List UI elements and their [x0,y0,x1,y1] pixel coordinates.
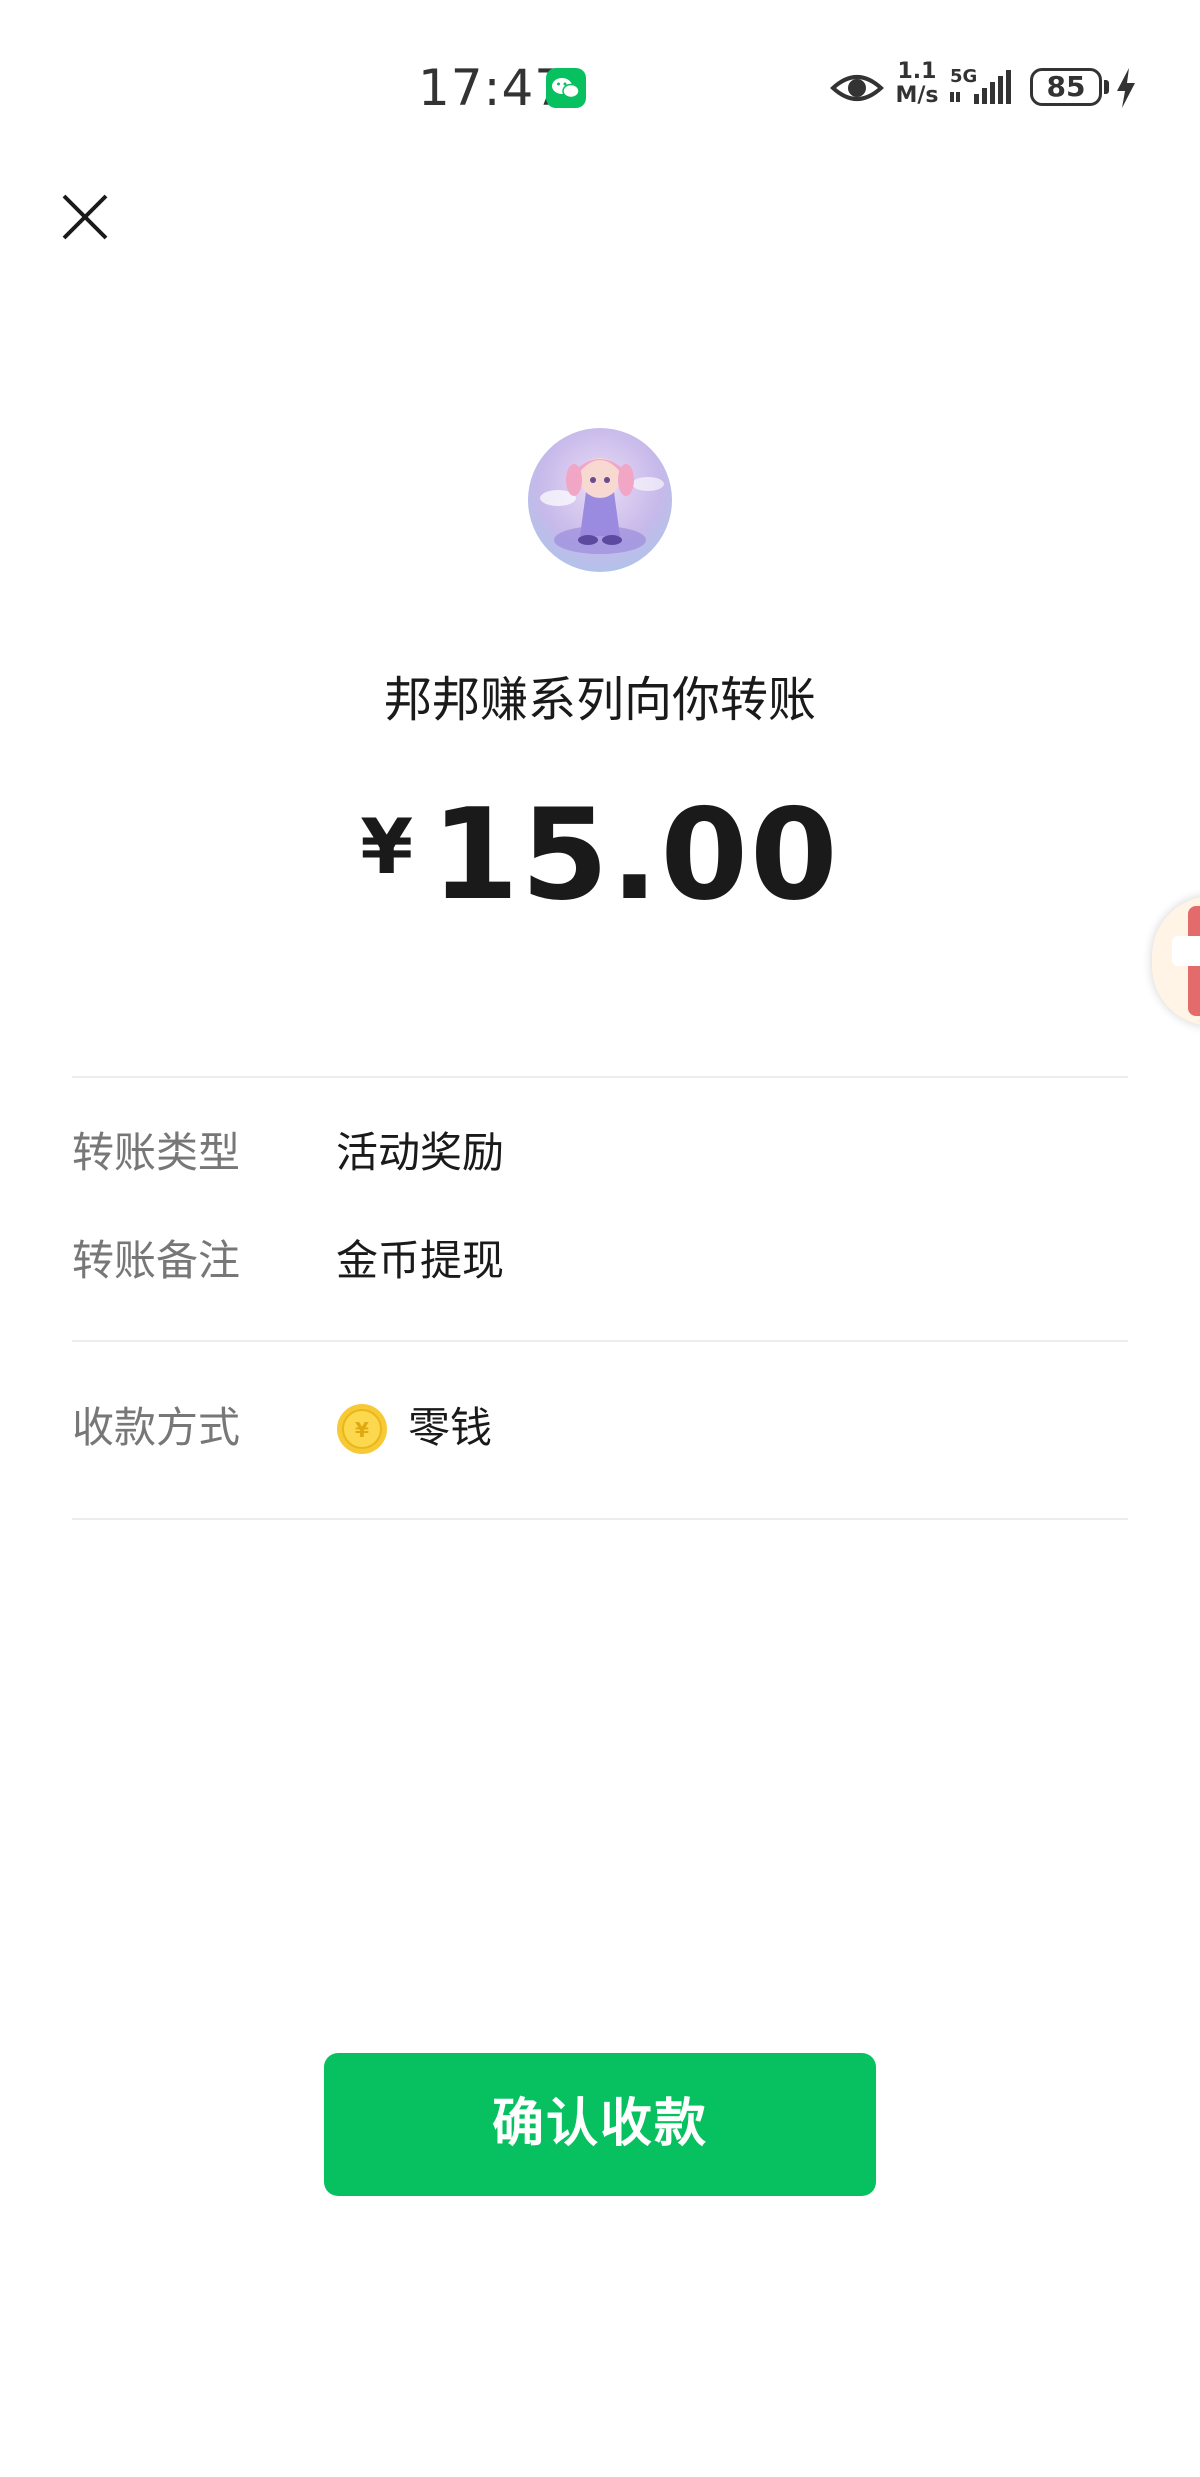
wechat-notification-icon [546,68,586,108]
battery-indicator: 85 [1030,68,1102,106]
network-speed: 1.1 M/s [893,60,941,116]
divider [72,1340,1128,1342]
coin-icon: ¥ [336,1403,388,1455]
currency-symbol: ¥ [360,802,414,891]
signal-icon: 5G [950,60,1020,116]
amount-value: 15.00 [431,781,840,928]
transfer-note-label: 转账备注 [72,1236,241,1285]
transfer-title: 邦邦赚系列向你转账 [383,672,816,728]
transfer-type-label: 转账类型 [72,1128,241,1177]
transfer-type-value: 活动奖励 [336,1128,505,1177]
network-speed-value: 1.1 [897,59,937,84]
payment-method-label: 收款方式 [72,1403,241,1452]
detail-row-type: 转账类型 活动奖励 [72,1118,1128,1188]
network-speed-unit: M/s [895,83,939,108]
detail-row-note: 转账备注 金币提现 [72,1226,1128,1296]
payment-method-value: 零钱 [408,1403,493,1452]
detail-row-method[interactable]: 收款方式 ¥ 零钱 [72,1393,1128,1463]
status-time: 17:47 [418,59,568,117]
close-icon [62,194,108,240]
svg-text:¥: ¥ [355,1418,369,1442]
divider [72,1518,1128,1520]
charging-icon [1114,66,1138,110]
close-button[interactable] [50,180,120,250]
transfer-amount: ¥15.00 [0,780,1200,930]
transfer-note-value: 金币提现 [336,1236,505,1285]
floating-widget-graphic-detail [1172,936,1200,966]
status-bar: 17:47 1.1 M/s 5G 85 [0,0,1200,175]
confirm-receive-button[interactable]: 确认收款 [324,2053,876,2196]
divider [72,1076,1128,1078]
battery-tip [1104,80,1109,94]
sender-avatar [528,428,672,572]
eye-icon [830,60,884,116]
